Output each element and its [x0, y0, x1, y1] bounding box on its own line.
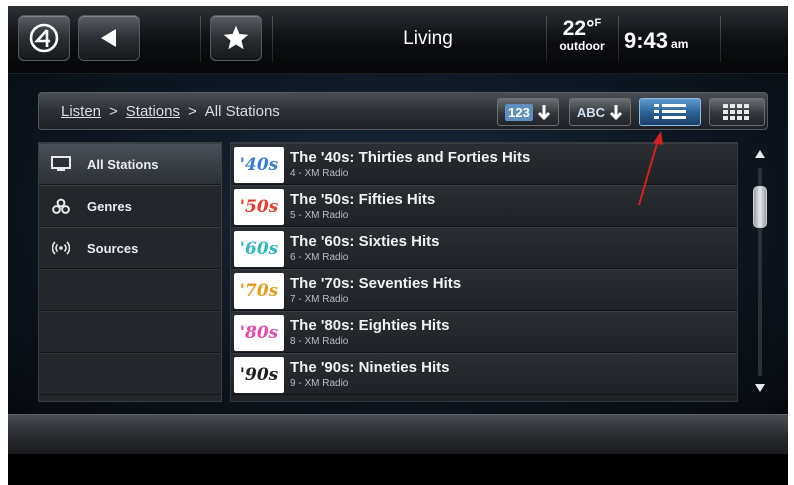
- sidebar-item-label: Sources: [87, 240, 139, 256]
- bottom-bar: [8, 414, 788, 454]
- outdoor-temperature: 22°F outdoor: [552, 17, 612, 53]
- list-view-button[interactable]: [639, 98, 701, 126]
- station-row[interactable]: '80s The '80s: Eighties Hits 8 - XM Radi…: [231, 311, 737, 353]
- station-row[interactable]: '60s The '60s: Sixties Hits 6 - XM Radio: [231, 227, 737, 269]
- sidebar-empty-row: [39, 353, 221, 395]
- footer: [8, 454, 788, 485]
- room-name[interactable]: Living: [368, 28, 488, 50]
- scrollbar[interactable]: [746, 142, 774, 402]
- tv-icon: [51, 156, 71, 172]
- station-title: The '40s: Thirties and Forties Hits: [290, 149, 531, 166]
- station-row[interactable]: '70s The '70s: Seventies Hits 7 - XM Rad…: [231, 269, 737, 311]
- sidebar: All Stations Genres Sources: [38, 142, 222, 402]
- sort-alpha-button[interactable]: ABC: [569, 98, 631, 126]
- separator: [618, 16, 619, 62]
- station-title: The '70s: Seventies Hits: [290, 275, 462, 292]
- sort-numeric-button[interactable]: 123: [497, 98, 559, 126]
- station-subtitle: 9 - XM Radio: [290, 378, 349, 389]
- main-content: Listen > Stations > All Stations 123 ABC: [8, 74, 788, 414]
- station-subtitle: 5 - XM Radio: [290, 210, 349, 221]
- clock: 9:43 am: [624, 28, 688, 54]
- station-subtitle: 6 - XM Radio: [290, 252, 349, 263]
- station-subtitle: 8 - XM Radio: [290, 336, 349, 347]
- station-logo: '60s: [234, 231, 284, 267]
- breadcrumb-listen[interactable]: Listen: [61, 103, 101, 120]
- station-row[interactable]: '90s The '90s: Nineties Hits 9 - XM Radi…: [231, 353, 737, 395]
- scroll-thumb[interactable]: [753, 186, 767, 228]
- station-row[interactable]: '40s The '40s: Thirties and Forties Hits…: [231, 143, 737, 185]
- station-title: The '50s: Fifties Hits: [290, 191, 436, 208]
- station-list: '40s The '40s: Thirties and Forties Hits…: [230, 142, 738, 402]
- station-subtitle: 4 - XM Radio: [290, 168, 349, 179]
- station-logo: '40s: [234, 147, 284, 183]
- list-view-icon: [654, 104, 686, 119]
- station-subtitle: 7 - XM Radio: [290, 294, 349, 305]
- sort-numeric-label: 123: [505, 103, 533, 121]
- breadcrumb-separator: >: [188, 103, 197, 120]
- station-title: The '90s: Nineties Hits: [290, 359, 450, 376]
- breadcrumb-current: All Stations: [204, 103, 280, 120]
- temperature-value: 22°: [562, 17, 595, 40]
- separator: [720, 16, 721, 62]
- touch-screen: Living 22°F outdoor 9:43 am Listen > Statio…: [8, 6, 788, 454]
- scroll-up-icon[interactable]: [752, 146, 768, 162]
- genres-icon: [51, 198, 71, 214]
- station-title: The '60s: Sixties Hits: [290, 233, 440, 250]
- broadcast-icon: [51, 240, 71, 256]
- sidebar-item-label: All Stations: [87, 156, 159, 172]
- control4-logo-icon: [29, 23, 59, 53]
- star-icon: [223, 25, 249, 50]
- separator: [200, 16, 201, 62]
- sidebar-item-sources[interactable]: Sources: [39, 227, 221, 269]
- station-logo: '50s: [234, 189, 284, 225]
- sort-alpha-label: ABC: [576, 104, 606, 120]
- grid-view-button[interactable]: [709, 98, 765, 126]
- sidebar-item-label: Genres: [87, 198, 132, 214]
- clock-ampm: am: [671, 37, 689, 51]
- favorites-button[interactable]: [210, 15, 262, 61]
- station-logo: '90s: [234, 357, 284, 393]
- sidebar-item-genres[interactable]: Genres: [39, 185, 221, 227]
- sidebar-empty-row: [39, 269, 221, 311]
- breadcrumb: Listen > Stations > All Stations: [61, 103, 280, 120]
- sidebar-empty-row: [39, 311, 221, 353]
- scroll-down-icon[interactable]: [752, 380, 768, 396]
- clock-time: 9:43: [624, 28, 669, 53]
- breadcrumb-bar: Listen > Stations > All Stations 123 ABC: [38, 92, 768, 130]
- station-row[interactable]: '50s The '50s: Fifties Hits 5 - XM Radio: [231, 185, 737, 227]
- back-button[interactable]: [78, 15, 140, 61]
- grid-view-icon: [723, 104, 749, 120]
- sort-down-arrow-icon: [537, 105, 550, 120]
- breadcrumb-stations[interactable]: Stations: [126, 103, 180, 120]
- station-title: The '80s: Eighties Hits: [290, 317, 450, 334]
- separator: [546, 16, 547, 62]
- station-logo: '80s: [234, 315, 284, 351]
- station-logo: '70s: [234, 273, 284, 309]
- sort-down-arrow-icon: [610, 105, 623, 120]
- temperature-unit: F: [594, 17, 602, 29]
- temperature-label: outdoor: [559, 39, 605, 53]
- separator: [272, 16, 273, 62]
- back-arrow-icon: [101, 29, 116, 47]
- sidebar-item-all-stations[interactable]: All Stations: [39, 143, 221, 185]
- top-bar: Living 22°F outdoor 9:43 am: [8, 6, 788, 74]
- breadcrumb-separator: >: [109, 103, 118, 120]
- home-button[interactable]: [18, 15, 70, 61]
